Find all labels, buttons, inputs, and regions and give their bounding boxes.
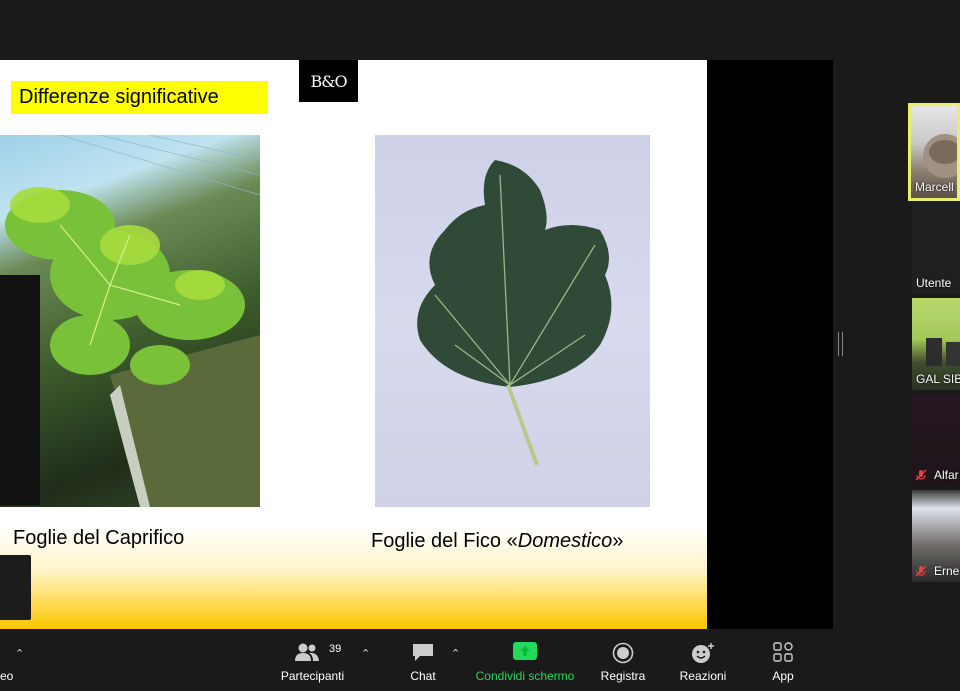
bo-logo: B&O xyxy=(299,60,358,102)
share-screen-button[interactable]: Condividi schermo xyxy=(472,629,578,691)
presenter-overlay xyxy=(0,555,31,620)
participant-name: Alfar xyxy=(934,468,959,482)
caption-fico-domestico: Foglie del Fico «Domestico» xyxy=(371,530,623,553)
participant-tile[interactable]: Marcell xyxy=(908,103,960,201)
share-screen-label: Condividi schermo xyxy=(475,669,575,683)
fico-domestico-leaf-photo xyxy=(375,135,650,507)
participant-tile[interactable]: Erne xyxy=(912,490,960,582)
participants-button[interactable]: 39 Partecipanti xyxy=(270,629,355,691)
chat-button[interactable]: Chat xyxy=(400,629,446,691)
video-label: eo xyxy=(0,669,14,683)
participant-name: GAL SIB xyxy=(916,372,960,386)
record-button[interactable]: Registra xyxy=(596,629,650,691)
chat-label: Chat xyxy=(410,669,436,683)
participants-options-chevron-icon[interactable]: ⌃ xyxy=(361,647,370,660)
participant-video-icon xyxy=(923,134,957,178)
shared-screen: Differenze significative B&O Foglie del … xyxy=(0,60,833,629)
participant-tile[interactable]: Alfar xyxy=(912,394,960,486)
muted-mic-icon xyxy=(915,469,927,481)
share-screen-icon xyxy=(513,642,537,660)
caption-prefix: Foglie del Fico « xyxy=(371,530,518,552)
chat-options-chevron-icon[interactable]: ⌃ xyxy=(451,647,460,660)
caption-emphasis: Domestico xyxy=(517,530,613,552)
participant-tile[interactable]: Utente xyxy=(912,202,960,294)
meeting-toolbar: eo ⌃ 39 Partecipanti ⌃ Chat ⌃ Condividi … xyxy=(0,629,960,691)
reactions-button[interactable]: Reazioni xyxy=(676,629,730,691)
chat-icon xyxy=(413,644,433,661)
slide-title: Differenze significative xyxy=(11,81,268,114)
caption-caprifico: Foglie del Caprifico xyxy=(13,527,185,549)
participants-label: Partecipanti xyxy=(280,669,345,683)
record-icon xyxy=(612,642,634,664)
presentation-slide: Differenze significative B&O Foglie del … xyxy=(0,60,707,629)
caprifico-leaves-photo xyxy=(0,135,260,507)
apps-button[interactable]: App xyxy=(762,629,804,691)
video-button[interactable]: eo xyxy=(0,629,30,691)
participant-name: Marcell xyxy=(915,180,954,194)
reactions-icon xyxy=(692,643,714,663)
apps-label: App xyxy=(772,669,794,683)
participants-count: 39 xyxy=(329,643,342,655)
participant-tile[interactable]: GAL SIB xyxy=(912,298,960,390)
reactions-label: Reazioni xyxy=(679,669,727,683)
record-label: Registra xyxy=(600,669,646,683)
panel-resize-handle[interactable] xyxy=(838,332,843,356)
apps-icon xyxy=(773,642,793,662)
participant-name: Erne xyxy=(934,564,960,578)
video-options-chevron-icon[interactable]: ⌃ xyxy=(15,647,24,660)
participants-icon xyxy=(294,643,319,661)
participant-name: Utente xyxy=(916,276,952,290)
muted-mic-icon xyxy=(915,565,927,577)
caption-suffix: » xyxy=(612,530,624,552)
